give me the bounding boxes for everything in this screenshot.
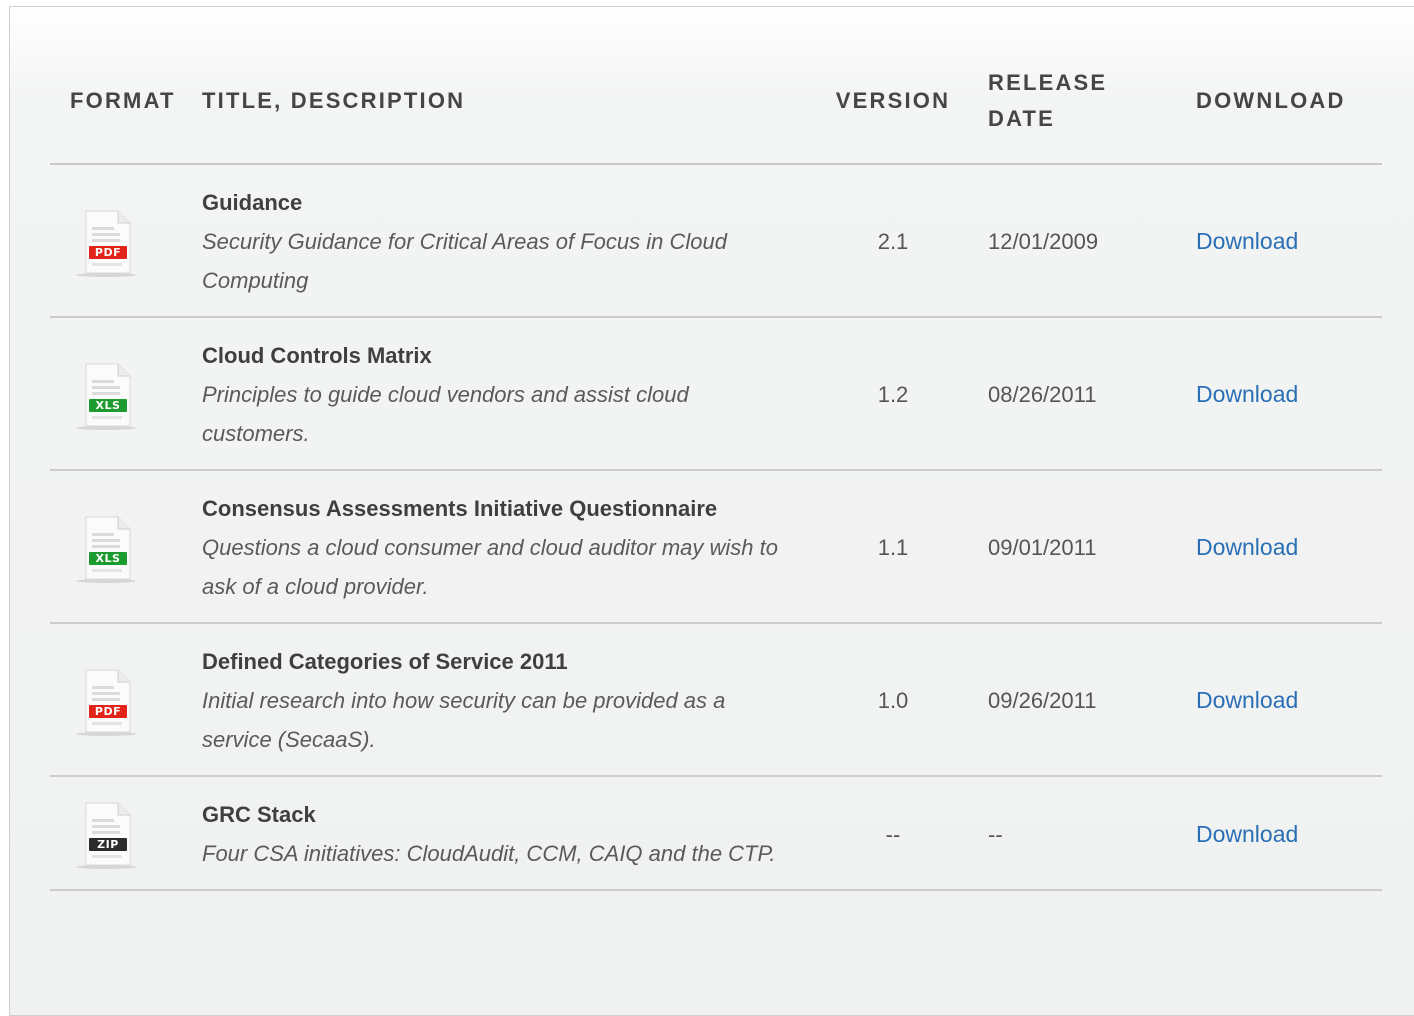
table-row: XLS Consensus Assessments Initiative Que…	[50, 470, 1382, 624]
header-release-date-label: RELEASE DATE	[988, 70, 1108, 131]
download-link[interactable]: Download	[1196, 228, 1298, 254]
version-cell: 1.1	[798, 470, 988, 624]
table-row: ZIP GRC Stack Four CSA initiatives: Clou…	[50, 776, 1382, 891]
format-badge: ZIP	[89, 838, 127, 851]
xls-file-icon: XLS	[74, 358, 138, 432]
version-cell: 1.0	[798, 623, 988, 777]
title-description-cell: GRC Stack Four CSA initiatives: CloudAud…	[202, 776, 798, 891]
format-cell: ZIP	[50, 776, 202, 891]
download-link[interactable]: Download	[1196, 534, 1298, 560]
download-link[interactable]: Download	[1196, 821, 1298, 847]
format-badge: PDF	[89, 704, 127, 718]
document-title: Cloud Controls Matrix	[202, 343, 432, 368]
format-badge: PDF	[89, 245, 127, 259]
zip-file-icon: ZIP	[74, 797, 138, 871]
document-description: Security Guidance for Critical Areas of …	[202, 229, 727, 293]
document-title: Guidance	[202, 190, 303, 215]
download-cell: Download	[1184, 776, 1382, 891]
table-row: XLS Cloud Controls Matrix Principles to …	[50, 317, 1382, 471]
download-link[interactable]: Download	[1196, 381, 1298, 407]
xls-file-icon: XLS	[74, 511, 138, 585]
title-description-cell: Cloud Controls Matrix Principles to guid…	[202, 317, 798, 471]
release-date-cell: 09/01/2011	[988, 470, 1184, 624]
format-cell: XLS	[50, 470, 202, 624]
release-date-cell: 12/01/2009	[988, 164, 1184, 318]
title-description-cell: Guidance Security Guidance for Critical …	[202, 164, 798, 318]
release-date-cell: --	[988, 776, 1184, 891]
header-title-description: TITLE, DESCRIPTION	[202, 61, 798, 165]
document-title: Defined Categories of Service 2011	[202, 649, 568, 674]
download-cell: Download	[1184, 470, 1382, 624]
table-header-row: FORMAT TITLE, DESCRIPTION VERSION RELEAS…	[50, 61, 1382, 165]
format-cell: XLS	[50, 317, 202, 471]
title-description-cell: Consensus Assessments Initiative Questio…	[202, 470, 798, 624]
format-badge: XLS	[89, 398, 127, 412]
format-badge: XLS	[89, 551, 127, 565]
format-cell: PDF	[50, 164, 202, 318]
document-title: Consensus Assessments Initiative Questio…	[202, 496, 718, 521]
version-cell: 2.1	[798, 164, 988, 318]
header-format: FORMAT	[50, 61, 202, 165]
download-cell: Download	[1184, 623, 1382, 777]
document-description: Principles to guide cloud vendors and as…	[202, 382, 689, 446]
table-row: PDF Defined Categories of Service 2011 I…	[50, 623, 1382, 777]
release-date-cell: 08/26/2011	[988, 317, 1184, 471]
pdf-file-icon: PDF	[74, 664, 138, 738]
document-description: Initial research into how security can b…	[202, 688, 726, 752]
header-release-date: RELEASE DATE	[988, 61, 1184, 165]
download-cell: Download	[1184, 164, 1382, 318]
title-description-cell: Defined Categories of Service 2011 Initi…	[202, 623, 798, 777]
format-cell: PDF	[50, 623, 202, 777]
table-row: PDF Guidance Security Guidance for Criti…	[50, 164, 1382, 318]
version-cell: --	[798, 776, 988, 891]
release-date-cell: 09/26/2011	[988, 623, 1184, 777]
version-cell: 1.2	[798, 317, 988, 471]
downloads-table: FORMAT TITLE, DESCRIPTION VERSION RELEAS…	[50, 61, 1382, 891]
document-description: Four CSA initiatives: CloudAudit, CCM, C…	[202, 841, 776, 866]
downloads-panel: FORMAT TITLE, DESCRIPTION VERSION RELEAS…	[9, 6, 1414, 1016]
header-version: VERSION	[798, 61, 988, 165]
document-description: Questions a cloud consumer and cloud aud…	[202, 535, 778, 599]
pdf-file-icon: PDF	[74, 205, 138, 279]
download-link[interactable]: Download	[1196, 687, 1298, 713]
document-title: GRC Stack	[202, 802, 316, 827]
header-download: DOWNLOAD	[1184, 61, 1382, 165]
download-cell: Download	[1184, 317, 1382, 471]
